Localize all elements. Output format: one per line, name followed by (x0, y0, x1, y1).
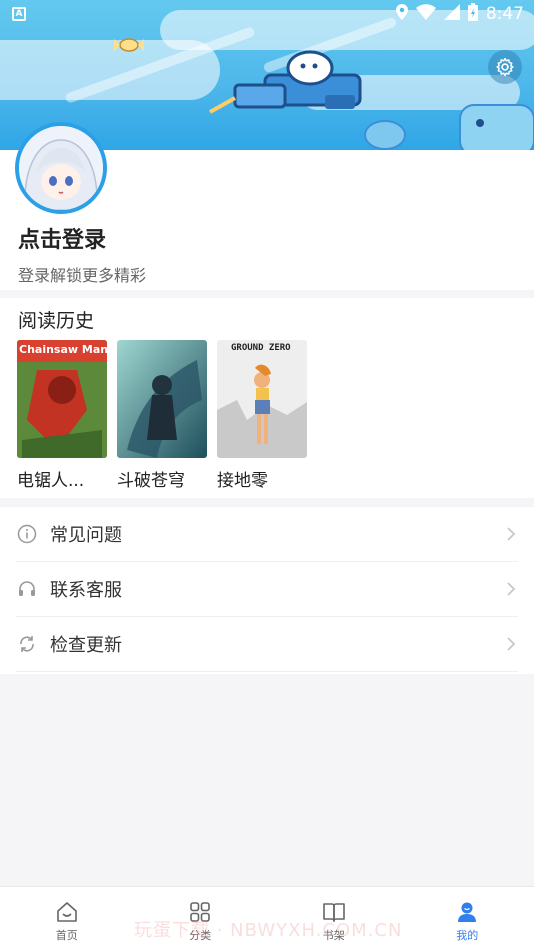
cover-title: GROUND ZERO (231, 343, 291, 353)
login-prompt[interactable]: 点击登录 (18, 222, 106, 254)
info-icon (16, 523, 38, 545)
history-book[interactable]: Chainsaw Man 电锯人... (17, 340, 107, 491)
chevron-right-icon (504, 527, 518, 541)
menu-item-label: 联系客服 (50, 580, 122, 601)
battery-icon (467, 2, 478, 26)
settings-button[interactable] (488, 50, 522, 84)
menu-item-contact[interactable]: 联系客服 (16, 562, 518, 617)
robot-illustration (364, 104, 534, 150)
bottom-navigation: 首页 分类 书架 我的 (0, 886, 534, 950)
menu-item-label: 检查更新 (50, 635, 122, 656)
nav-bookshelf[interactable]: 书架 (267, 887, 401, 950)
nav-label: 分类 (189, 928, 212, 942)
nav-label: 首页 (55, 928, 78, 942)
notification-badge: A (12, 7, 26, 21)
book-cover: GROUND ZERO (217, 340, 307, 458)
home-icon (54, 899, 80, 925)
user-icon (454, 899, 480, 925)
grid-icon (187, 899, 213, 925)
refresh-icon (16, 633, 38, 655)
reading-history-section: 阅读历史 Chainsaw Man 电锯人... 斗破苍穹 GROUND ZER… (0, 298, 534, 498)
clock-time: 8:47 (485, 4, 524, 24)
login-subtitle: 登录解锁更多精彩 (18, 266, 147, 285)
chevron-right-icon (504, 637, 518, 651)
headset-icon (16, 578, 38, 600)
gear-icon (496, 57, 514, 77)
menu-item-update[interactable]: 检查更新 (16, 617, 518, 672)
nav-category[interactable]: 分类 (134, 887, 268, 950)
signal-icon (443, 3, 460, 25)
spaceship-illustration (209, 50, 362, 114)
chevron-right-icon (504, 582, 518, 596)
book-title: 电锯人... (17, 471, 85, 491)
history-book[interactable]: GROUND ZERO 接地零 (217, 340, 307, 491)
avatar[interactable] (15, 122, 107, 214)
book-title: 接地零 (217, 471, 268, 491)
section-title: 阅读历史 (18, 310, 95, 332)
book-cover: Chainsaw Man (17, 340, 107, 458)
nav-label: 我的 (456, 928, 479, 942)
book-cover (117, 340, 207, 458)
book-title: 斗破苍穹 (117, 471, 185, 491)
cover-title: Chainsaw Man (19, 343, 107, 356)
menu-list: 常见问题 联系客服 检查更新 (0, 507, 534, 674)
location-icon (395, 3, 408, 25)
wifi-icon (415, 3, 436, 25)
menu-item-label: 常见问题 (50, 525, 122, 546)
history-book[interactable]: 斗破苍穹 (117, 340, 207, 491)
menu-item-faq[interactable]: 常见问题 (16, 507, 518, 562)
status-bar: A 8:47 (0, 0, 534, 28)
nav-label: 书架 (322, 928, 345, 942)
nav-home[interactable]: 首页 (0, 887, 134, 950)
candy-illustration (114, 38, 144, 52)
book-icon (321, 899, 347, 925)
nav-mine[interactable]: 我的 (401, 887, 534, 950)
